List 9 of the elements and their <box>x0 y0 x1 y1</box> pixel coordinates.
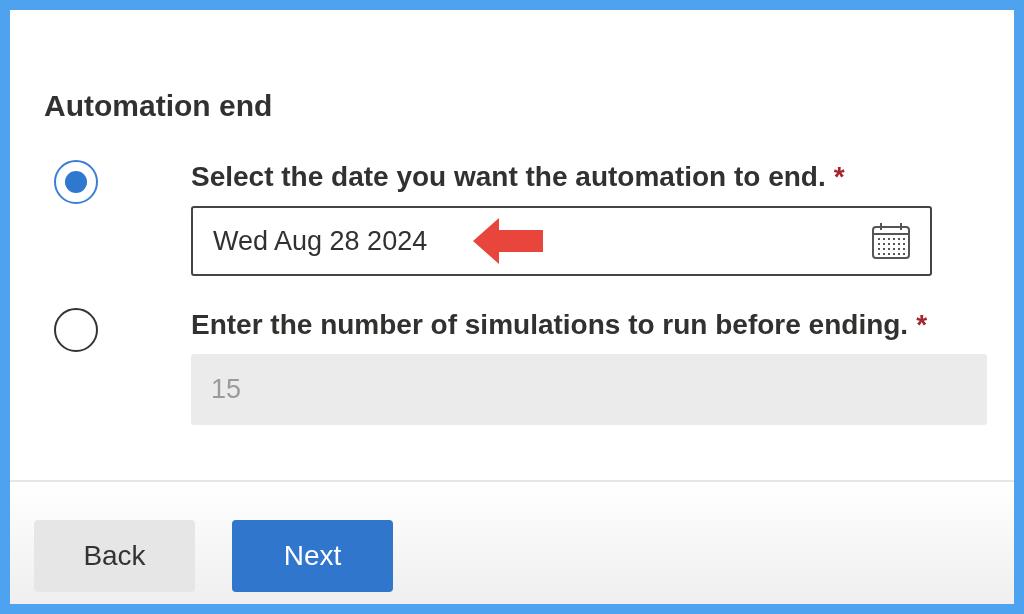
section-heading: Automation end <box>44 88 273 124</box>
date-picker-field[interactable]: Wed Aug 28 2024 <box>191 206 932 276</box>
field-label: Select the date you want the automation to end. * <box>191 162 846 192</box>
next-button[interactable]: Next <box>232 520 393 592</box>
radio-button[interactable] <box>54 160 98 204</box>
calendar-icon[interactable] <box>872 223 910 259</box>
annotation-arrow-icon <box>473 218 544 264</box>
back-button[interactable]: Back <box>34 520 195 592</box>
field-label: Enter the number of simulations to run before ending. * <box>191 310 929 340</box>
